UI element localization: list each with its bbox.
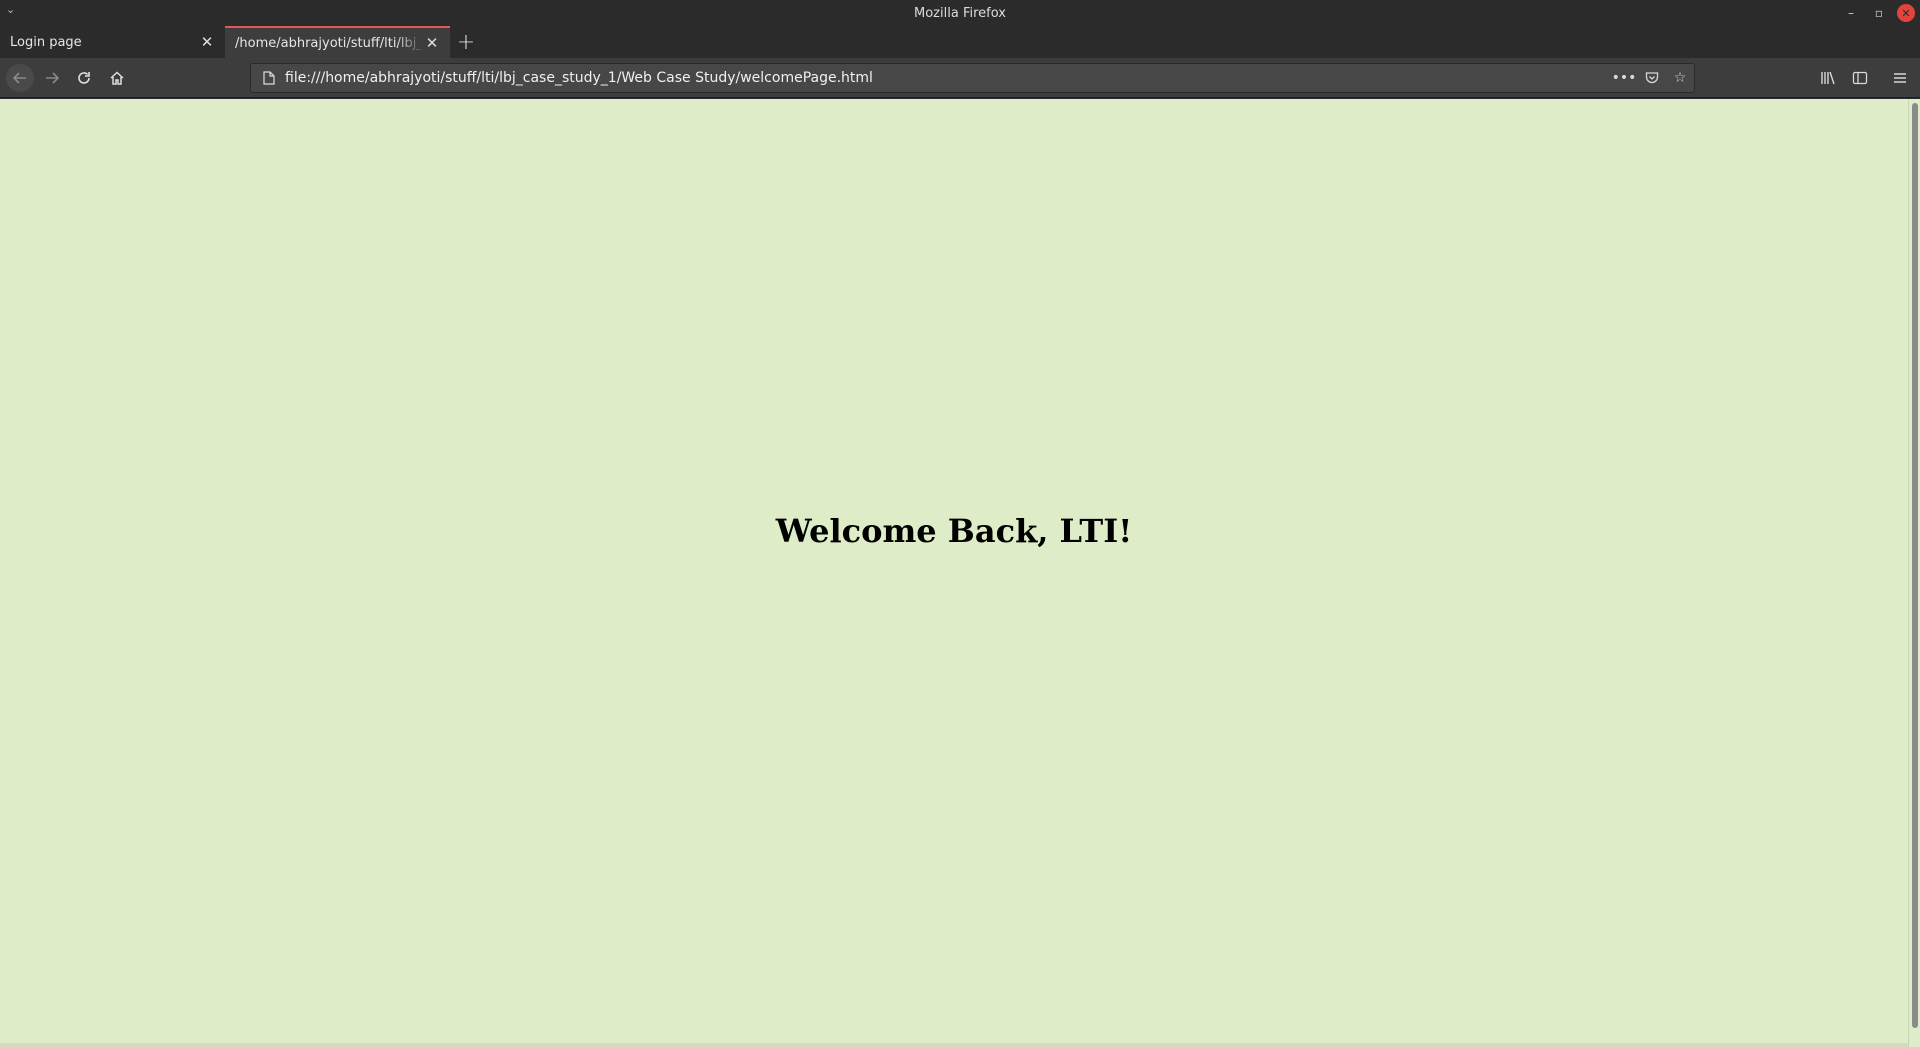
vertical-scrollbar[interactable] [1908, 99, 1920, 1047]
more-icon[interactable]: ••• [1610, 64, 1638, 92]
library-icon [1821, 71, 1835, 85]
forward-icon [46, 72, 60, 84]
tab-login-page[interactable]: Login page ✕ [0, 26, 225, 58]
sidebar-icon [1852, 71, 1868, 85]
tab-close-icon[interactable]: ✕ [424, 34, 440, 52]
plus-icon: + [456, 29, 476, 55]
url-text[interactable]: file:///home/abhrajyoti/stuff/lti/lbj_ca… [283, 70, 1610, 86]
back-icon [12, 72, 26, 84]
welcome-heading: Welcome Back, LTI! [775, 512, 1133, 550]
navigation-toolbar: file:///home/abhrajyoti/stuff/lti/lbj_ca… [0, 58, 1920, 98]
bookmark-star-icon[interactable]: ☆ [1666, 64, 1694, 92]
window-minimize-button[interactable]: – [1842, 4, 1860, 22]
menu-icon [1894, 73, 1906, 83]
tab-label: Login page [10, 34, 82, 50]
url-bar[interactable]: file:///home/abhrajyoti/stuff/lti/lbj_ca… [250, 63, 1695, 93]
window-close-button[interactable]: ✕ [1897, 4, 1915, 22]
tab-strip: Login page ✕ /home/abhrajyoti/stuff/lti/… [0, 26, 1920, 58]
new-tab-button[interactable]: + [450, 26, 482, 58]
page-content: Welcome Back, LTI! [0, 99, 1908, 1047]
sidebar-button[interactable] [1846, 64, 1874, 92]
reload-icon [78, 72, 90, 84]
home-button[interactable] [103, 64, 131, 92]
page-icon [255, 71, 283, 85]
home-icon [110, 71, 124, 85]
window-maximize-button[interactable]: ▫ [1870, 4, 1888, 22]
window-titlebar: ⌄ Mozilla Firefox – ▫ ✕ [0, 0, 1920, 26]
window-title: Mozilla Firefox [914, 5, 1006, 21]
forward-button[interactable] [38, 64, 66, 92]
scrollbar-thumb[interactable] [1912, 103, 1918, 1028]
tab-welcome-page[interactable]: /home/abhrajyoti/stuff/lti/lbj_ ✕ [225, 26, 450, 58]
tab-label: /home/abhrajyoti/stuff/lti/lbj_ [235, 35, 423, 51]
bottom-edge [0, 1043, 1908, 1047]
window-menu-chevron-icon[interactable]: ⌄ [6, 3, 15, 16]
tab-close-icon[interactable]: ✕ [199, 33, 215, 51]
pocket-icon[interactable] [1638, 64, 1666, 92]
open-menu-button[interactable] [1886, 64, 1914, 92]
reload-button[interactable] [70, 64, 98, 92]
back-button[interactable] [6, 64, 34, 92]
library-button[interactable] [1814, 64, 1842, 92]
